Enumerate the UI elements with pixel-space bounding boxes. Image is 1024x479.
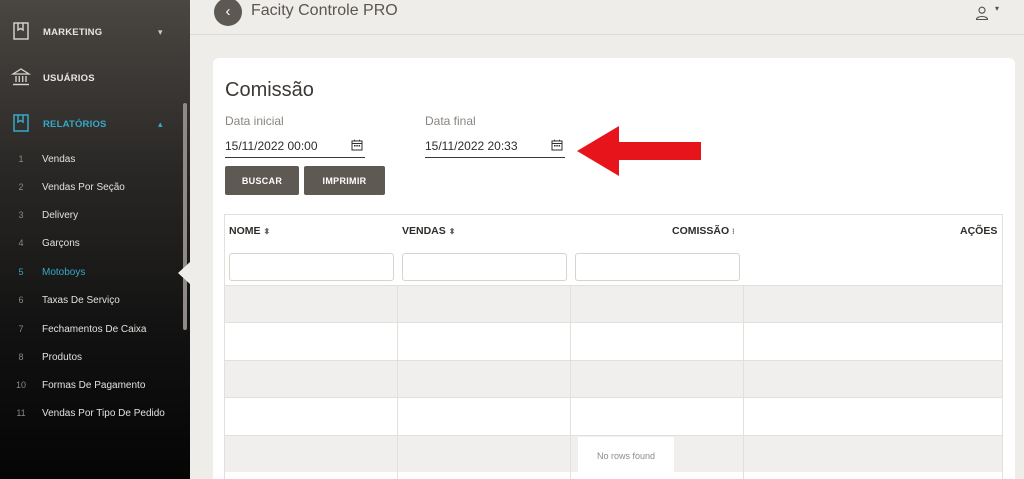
sort-icon[interactable]: ⬍ <box>449 227 456 236</box>
subitem-number: 1 <box>18 154 24 164</box>
data-final-value: 15/11/2022 20:33 <box>425 139 518 153</box>
chevron-down-icon: ▾ <box>158 26 163 37</box>
vendas-filter-input[interactable] <box>402 253 567 281</box>
nome-filter-input[interactable] <box>229 253 394 281</box>
column-header-acoes: AÇÕES <box>960 225 997 237</box>
subitem-number: 3 <box>18 210 24 220</box>
sidebar-item-relatorios[interactable]: RELATÓRIOS ▴ <box>0 109 190 139</box>
data-inicial-value: 15/11/2022 00:00 <box>225 139 318 153</box>
report-card: Comissão Data inicial 15/11/2022 00:00 D… <box>213 58 1015 479</box>
column-header-vendas[interactable]: VENDAS ⬍ <box>402 225 455 237</box>
sidebar-subitem-vendas-por-secao[interactable]: 2 Vendas Por Seção <box>0 177 185 197</box>
subitem-label: Garçons <box>42 237 80 249</box>
column-label: COMISSÃO <box>672 225 730 237</box>
column-divider <box>743 285 744 479</box>
sidebar: MARKETING ▾ USUÁRIOS RELATÓRIOS ▴ 1 Vend… <box>0 0 190 479</box>
column-label: NOME <box>229 225 261 237</box>
column-header-comissao[interactable]: COMISSÃO ⁝ <box>672 225 735 237</box>
sidebar-scrollbar[interactable] <box>183 103 187 330</box>
active-item-pointer <box>178 262 190 284</box>
column-header-nome[interactable]: NOME ⬍ <box>229 225 270 237</box>
subitem-number: 4 <box>18 238 24 248</box>
subitem-label: Formas De Pagamento <box>42 379 146 391</box>
red-arrow-annotation <box>577 126 701 176</box>
calendar-icon[interactable] <box>351 139 363 151</box>
sidebar-subitem-fechamentos-de-caixa[interactable]: 7 Fechamentos De Caixa <box>0 319 185 339</box>
sidebar-item-label: MARKETING <box>43 26 103 38</box>
column-divider <box>570 285 571 479</box>
table-row <box>225 397 1002 434</box>
data-final-label: Data final <box>425 114 476 128</box>
data-inicial-input[interactable]: 15/11/2022 00:00 <box>225 135 365 158</box>
bookmark-icon <box>13 114 29 132</box>
table-row <box>225 360 1002 397</box>
sidebar-subitem-delivery[interactable]: 3 Delivery <box>0 205 185 225</box>
sort-icon[interactable]: ⬍ <box>264 227 271 236</box>
sidebar-subitem-motoboys[interactable]: 5 Motoboys <box>0 262 185 282</box>
comissao-filter-input[interactable] <box>575 253 740 281</box>
page-title: Comissão <box>225 79 314 101</box>
subitem-label: Vendas Por Tipo De Pedido <box>42 407 165 419</box>
sidebar-item-label: RELATÓRIOS <box>43 118 107 130</box>
subitem-label: Delivery <box>42 209 79 221</box>
sidebar-item-usuarios[interactable]: USUÁRIOS <box>0 63 190 93</box>
sidebar-item-marketing[interactable]: MARKETING ▾ <box>0 17 190 47</box>
sidebar-subitem-taxas-de-servico[interactable]: 6 Taxas De Serviço <box>0 290 185 310</box>
column-divider <box>397 285 398 479</box>
comissao-table: NOME ⬍ VENDAS ⬍ COMISSÃO ⁝ AÇÕES No rows fo… <box>224 214 1003 479</box>
column-label: VENDAS <box>402 225 446 237</box>
subitem-label: Produtos <box>42 351 83 363</box>
subitem-label: Taxas De Serviço <box>42 294 120 306</box>
subitem-number: 8 <box>18 352 24 362</box>
subitem-number: 6 <box>18 295 24 305</box>
bank-icon <box>11 68 31 86</box>
subitem-number: 7 <box>18 324 24 334</box>
bookmark-icon <box>13 22 29 40</box>
sidebar-subitem-produtos[interactable]: 8 Produtos <box>0 347 185 367</box>
imprimir-button[interactable]: IMPRIMIR <box>304 166 385 195</box>
sort-icon[interactable]: ⁝ <box>732 227 735 236</box>
table-row <box>225 285 1002 322</box>
data-final-input[interactable]: 15/11/2022 20:33 <box>425 135 565 158</box>
subitem-label: Fechamentos De Caixa <box>42 323 147 335</box>
app-title: Facity Controle PRO <box>251 2 398 19</box>
sidebar-subitem-vendas-por-tipo-de-pedido[interactable]: 11 Vendas Por Tipo De Pedido <box>0 403 185 423</box>
sidebar-subitem-vendas[interactable]: 1 Vendas <box>0 149 185 169</box>
subitem-number: 10 <box>15 380 26 390</box>
data-inicial-label: Data inicial <box>225 114 284 128</box>
subitem-number: 11 <box>16 408 26 418</box>
subitem-label: Vendas Por Seção <box>42 181 125 193</box>
user-icon[interactable] <box>975 6 989 20</box>
column-label: AÇÕES <box>960 225 998 237</box>
sidebar-subitem-garcons[interactable]: 4 Garçons <box>0 233 185 253</box>
buscar-button[interactable]: BUSCAR <box>225 166 299 195</box>
sidebar-item-label: USUÁRIOS <box>43 72 95 84</box>
table-row <box>225 322 1002 359</box>
subitem-number: 5 <box>18 267 24 277</box>
empty-table-message: No rows found <box>578 437 674 475</box>
user-menu-caret-icon[interactable]: ▾ <box>995 4 999 13</box>
chevron-up-icon: ▴ <box>158 118 163 129</box>
back-button[interactable]: ‹ <box>214 0 242 26</box>
sidebar-subitem-formas-de-pagamento[interactable]: 10 Formas De Pagamento <box>0 375 185 395</box>
calendar-icon[interactable] <box>551 139 563 151</box>
subitem-label: Motoboys <box>42 266 86 278</box>
subitem-label: Vendas <box>42 153 76 165</box>
top-header: ‹ Facity Controle PRO ▾ <box>190 0 1024 35</box>
subitem-number: 2 <box>18 182 24 192</box>
chevron-left-icon: ‹ <box>225 2 231 20</box>
